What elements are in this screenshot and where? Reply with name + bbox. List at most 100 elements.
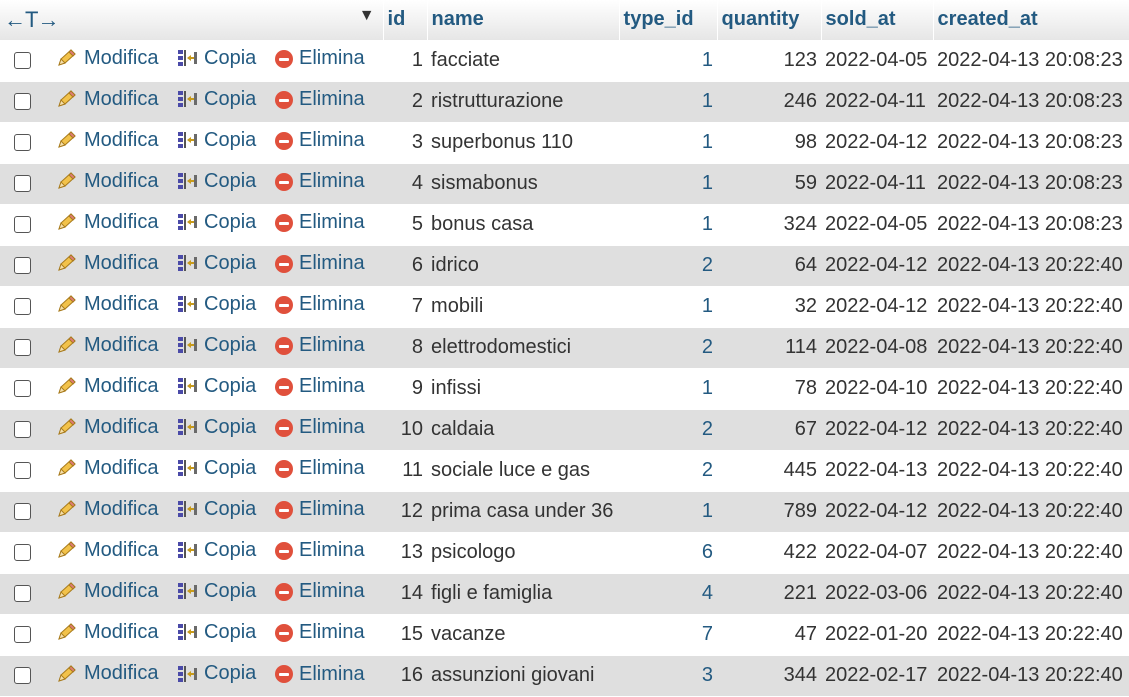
delete-link[interactable]: Elimina — [275, 334, 365, 357]
delete-link[interactable]: Elimina — [275, 375, 365, 398]
cell-quantity[interactable]: 422 — [717, 531, 822, 573]
cell-name[interactable]: assunzioni giovani — [427, 654, 620, 696]
cell-created-at[interactable]: 2022-04-13 20:22:40 — [933, 613, 1129, 655]
sort-caret-icon[interactable]: ▼ — [359, 7, 375, 25]
delete-link[interactable]: Elimina — [275, 129, 365, 152]
copy-link[interactable]: Copia — [176, 88, 256, 111]
edit-link[interactable]: Modifica — [56, 129, 158, 152]
copy-link[interactable]: Copia — [176, 129, 256, 152]
cell-name[interactable]: figli e famiglia — [427, 572, 620, 614]
delete-link[interactable]: Elimina — [275, 580, 365, 603]
cell-created-at[interactable]: 2022-04-13 20:22:40 — [933, 490, 1129, 532]
column-header-created-at[interactable]: created_at — [933, 0, 1129, 40]
cell-quantity[interactable]: 64 — [717, 244, 822, 286]
cell-sold-at[interactable]: 2022-04-11 — [821, 162, 934, 204]
cell-name[interactable]: facciate — [427, 39, 620, 81]
copy-link[interactable]: Copia — [176, 170, 256, 193]
delete-link[interactable]: Elimina — [275, 498, 365, 521]
copy-link[interactable]: Copia — [176, 47, 256, 70]
sort-link-name[interactable]: name — [432, 8, 484, 30]
cell-name[interactable]: elettrodomestici — [427, 326, 620, 368]
cell-sold-at[interactable]: 2022-04-13 — [821, 449, 934, 491]
delete-link[interactable]: Elimina — [275, 170, 365, 193]
cell-sold-at[interactable]: 2022-04-11 — [821, 80, 934, 122]
cell-created-at[interactable]: 2022-04-13 20:08:23 — [933, 121, 1129, 163]
cell-created-at[interactable]: 2022-04-13 20:22:40 — [933, 531, 1129, 573]
type-id-link[interactable]: 3 — [702, 664, 713, 686]
cell-quantity[interactable]: 445 — [717, 449, 822, 491]
copy-link[interactable]: Copia — [176, 211, 256, 234]
column-header-name[interactable]: name — [427, 0, 620, 40]
edit-link[interactable]: Modifica — [56, 170, 158, 193]
type-id-link[interactable]: 1 — [702, 295, 713, 317]
cell-sold-at[interactable]: 2022-04-07 — [821, 531, 934, 573]
delete-link[interactable]: Elimina — [275, 47, 365, 70]
column-header-id[interactable]: id — [383, 0, 428, 40]
cell-created-at[interactable]: 2022-04-13 20:22:40 — [933, 285, 1129, 327]
row-checkbox[interactable] — [14, 421, 31, 439]
row-checkbox[interactable] — [14, 380, 31, 398]
column-nav-arrows[interactable]: ←T→ — [4, 7, 59, 32]
row-checkbox[interactable] — [14, 257, 31, 275]
type-id-link[interactable]: 6 — [702, 541, 713, 563]
type-id-link[interactable]: 1 — [702, 172, 713, 194]
column-header-sold-at[interactable]: sold_at — [821, 0, 934, 40]
column-header-type-id[interactable]: type_id — [619, 0, 718, 40]
edit-link[interactable]: Modifica — [56, 621, 158, 644]
cell-sold-at[interactable]: 2022-04-12 — [821, 408, 934, 450]
cell-name[interactable]: infissi — [427, 367, 620, 409]
column-header-quantity[interactable]: quantity — [717, 0, 822, 40]
cell-created-at[interactable]: 2022-04-13 20:22:40 — [933, 654, 1129, 696]
cell-sold-at[interactable]: 2022-04-05 — [821, 39, 934, 81]
cell-quantity[interactable]: 32 — [717, 285, 822, 327]
cell-name[interactable]: mobili — [427, 285, 620, 327]
cell-created-at[interactable]: 2022-04-13 20:08:23 — [933, 162, 1129, 204]
row-checkbox[interactable] — [14, 544, 31, 562]
copy-link[interactable]: Copia — [176, 416, 256, 439]
edit-link[interactable]: Modifica — [56, 375, 158, 398]
edit-link[interactable]: Modifica — [56, 580, 158, 603]
delete-link[interactable]: Elimina — [275, 293, 365, 316]
cell-created-at[interactable]: 2022-04-13 20:22:40 — [933, 572, 1129, 614]
type-id-link[interactable]: 1 — [702, 131, 713, 153]
delete-link[interactable]: Elimina — [275, 211, 365, 234]
delete-link[interactable]: Elimina — [275, 621, 365, 644]
cell-sold-at[interactable]: 2022-04-12 — [821, 244, 934, 286]
row-checkbox[interactable] — [14, 667, 31, 685]
cell-sold-at[interactable]: 2022-04-12 — [821, 121, 934, 163]
type-id-link[interactable]: 1 — [702, 500, 713, 522]
edit-link[interactable]: Modifica — [56, 539, 158, 562]
cell-quantity[interactable]: 246 — [717, 80, 822, 122]
row-checkbox[interactable] — [14, 503, 31, 521]
cell-sold-at[interactable]: 2022-04-10 — [821, 367, 934, 409]
cell-name[interactable]: sociale luce e gas — [427, 449, 620, 491]
cell-quantity[interactable]: 47 — [717, 613, 822, 655]
cell-name[interactable]: prima casa under 36 — [427, 490, 620, 532]
cell-quantity[interactable]: 324 — [717, 203, 822, 245]
cell-sold-at[interactable]: 2022-04-08 — [821, 326, 934, 368]
sort-link-sold-at[interactable]: sold_at — [826, 8, 896, 30]
cell-created-at[interactable]: 2022-04-13 20:22:40 — [933, 244, 1129, 286]
cell-quantity[interactable]: 789 — [717, 490, 822, 532]
cell-quantity[interactable]: 344 — [717, 654, 822, 696]
cell-sold-at[interactable]: 2022-04-05 — [821, 203, 934, 245]
row-checkbox[interactable] — [14, 626, 31, 644]
type-id-link[interactable]: 1 — [702, 90, 713, 112]
type-id-link[interactable]: 1 — [702, 213, 713, 235]
row-checkbox[interactable] — [14, 462, 31, 480]
cell-name[interactable]: idrico — [427, 244, 620, 286]
row-checkbox[interactable] — [14, 339, 31, 357]
cell-name[interactable]: bonus casa — [427, 203, 620, 245]
edit-link[interactable]: Modifica — [56, 88, 158, 111]
type-id-link[interactable]: 4 — [702, 582, 713, 604]
copy-link[interactable]: Copia — [176, 457, 256, 480]
cell-sold-at[interactable]: 2022-02-17 — [821, 654, 934, 696]
cell-quantity[interactable]: 67 — [717, 408, 822, 450]
sort-link-id[interactable]: id — [388, 8, 406, 30]
copy-link[interactable]: Copia — [176, 334, 256, 357]
edit-link[interactable]: Modifica — [56, 293, 158, 316]
row-checkbox[interactable] — [14, 134, 31, 152]
row-checkbox[interactable] — [14, 298, 31, 316]
cell-quantity[interactable]: 114 — [717, 326, 822, 368]
cell-quantity[interactable]: 221 — [717, 572, 822, 614]
